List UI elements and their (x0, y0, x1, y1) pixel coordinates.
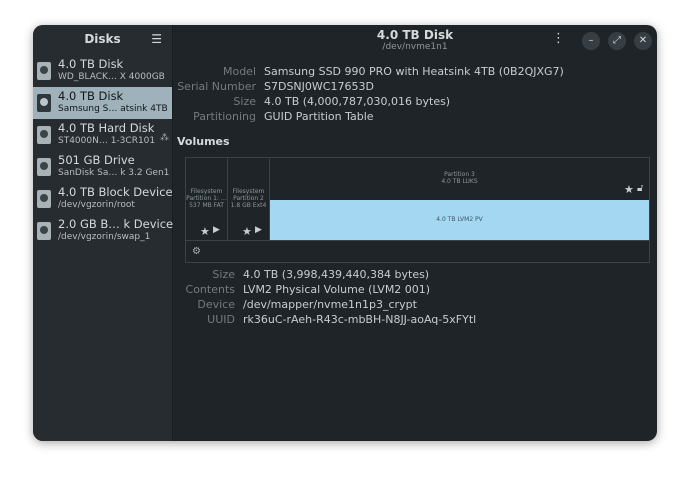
sidebar: Disks ☰ 4.0 TB Disk WD_BLACK… X 4000GB 4… (33, 25, 173, 441)
drive-icon (37, 62, 51, 80)
disk-subtitle: WD_BLACK… X 4000GB (58, 72, 165, 82)
contents-value: LVM2 Physical Volume (LVM2 001) (243, 283, 431, 296)
disk-subtitle: ST4000N… 1-3CR101 (58, 136, 156, 146)
play-icon: ▶ (213, 225, 220, 235)
device-label: Device (197, 298, 235, 311)
maximize-button[interactable]: ⤢ (608, 32, 626, 50)
disks-window: Disks ☰ 4.0 TB Disk WD_BLACK… X 4000GB 4… (33, 25, 657, 441)
partition-1-name: Partition 1: … (186, 195, 227, 202)
sidebar-header: Disks ☰ (33, 25, 172, 55)
sidebar-item-disk-4[interactable]: 501 GB Drive SanDisk Sa… k 3.2 Gen1 (33, 151, 172, 183)
partitioning-label: Partitioning (193, 110, 256, 123)
gear-icon[interactable]: ⚙ (192, 246, 201, 257)
disk-subtitle: /dev/vgzorin/swap_1 (58, 232, 151, 242)
close-button[interactable]: ✕ (634, 32, 652, 50)
block-device-icon (37, 222, 51, 240)
device-value: /dev/mapper/nvme1n1p3_crypt (243, 298, 417, 311)
lvm-volume-label: 4.0 TB LVM2 PV (436, 216, 483, 223)
serial-label: Serial Number (177, 80, 256, 93)
disk-name: 4.0 TB Block Device (58, 185, 173, 199)
uuid-label: UUID (207, 313, 235, 326)
uuid-value: rk36uC-rAeh-R43c-mbBH-N8JJ-aoAq-5xFYtl (243, 313, 477, 326)
disk-name: 4.0 TB Disk (58, 57, 124, 71)
size-value: 4.0 TB (4,000,787,030,016 bytes) (264, 95, 451, 108)
header-bar: 4.0 TB Disk /dev/nvme1n1 ⋮ – ⤢ ✕ (173, 25, 657, 55)
disk-name: 4.0 TB Hard Disk (58, 121, 155, 135)
partition-3-size: 4.0 TB LUKS (441, 178, 478, 185)
sidebar-item-disk-2[interactable]: 4.0 TB Disk Samsung S… atsink 4TB (33, 87, 172, 119)
hamburger-icon[interactable]: ☰ (151, 32, 162, 46)
size-label: Size (233, 95, 256, 108)
sidebar-item-disk-6[interactable]: 2.0 GB B… k Device /dev/vgzorin/swap_1 (33, 215, 174, 247)
disk-name: 501 GB Drive (58, 153, 135, 167)
star-icon: ★ (624, 183, 634, 196)
partition-3-name: Partition 3 (444, 171, 475, 178)
partitioning-value: GUID Partition Table (264, 110, 374, 123)
unlocked-icon: 🔓︎ (637, 183, 644, 194)
model-label: Model (222, 65, 256, 78)
partition-1-type: Filesystem (190, 188, 223, 195)
volumes-graph: Filesystem Partition 1: … 537 MB FAT ★ ▶… (185, 157, 650, 263)
disk-name: 4.0 TB Disk (58, 89, 124, 103)
usb-drive-icon (37, 158, 51, 176)
volume-size-value: 4.0 TB (3,998,439,440,384 bytes) (243, 268, 430, 281)
star-icon: ★ (200, 225, 210, 238)
disk-subtitle: Samsung S… atsink 4TB (58, 104, 168, 114)
sidebar-item-disk-1[interactable]: 4.0 TB Disk WD_BLACK… X 4000GB (33, 55, 172, 87)
star-icon: ★ (242, 225, 252, 238)
play-icon: ▶ (255, 225, 262, 235)
kebab-menu-icon[interactable]: ⋮ (552, 31, 565, 46)
contents-label: Contents (185, 283, 235, 296)
disk-subtitle: /dev/vgzorin/root (58, 200, 135, 210)
sidebar-item-disk-3[interactable]: 4.0 TB Hard Disk ST4000N… 1-3CR101 ⁂ (33, 119, 172, 151)
drive-icon (37, 126, 51, 144)
partition-1[interactable]: Filesystem Partition 1: … 537 MB FAT ★ ▶ (186, 158, 228, 240)
block-device-icon (37, 190, 51, 208)
volumes-heading: Volumes (177, 135, 230, 148)
lvm-volume[interactable]: 4.0 TB LVM2 PV (270, 200, 649, 240)
disk-subtitle: SanDisk Sa… k 3.2 Gen1 (58, 168, 170, 178)
spinner-icon: ⁂ (160, 133, 169, 143)
minimize-button[interactable]: – (582, 32, 600, 50)
disk-name: 2.0 GB B… k Device (58, 217, 174, 231)
volume-toolbar: ⚙ (186, 240, 649, 263)
serial-value: S7DSNJ0WC17653D (264, 80, 374, 93)
drive-icon (37, 94, 51, 112)
partition-2[interactable]: Filesystem Partition 2 1.8 GB Ext4 ★ ▶ (228, 158, 270, 240)
partition-2-size: 1.8 GB Ext4 (230, 202, 267, 209)
model-value: Samsung SSD 990 PRO with Heatsink 4TB (0… (264, 65, 564, 78)
partition-2-name: Partition 2 (233, 195, 264, 202)
volume-size-label: Size (212, 268, 235, 281)
partition-2-type: Filesystem (232, 188, 265, 195)
partition-1-size: 537 MB FAT (189, 202, 224, 209)
sidebar-item-disk-5[interactable]: 4.0 TB Block Device /dev/vgzorin/root (33, 183, 173, 215)
